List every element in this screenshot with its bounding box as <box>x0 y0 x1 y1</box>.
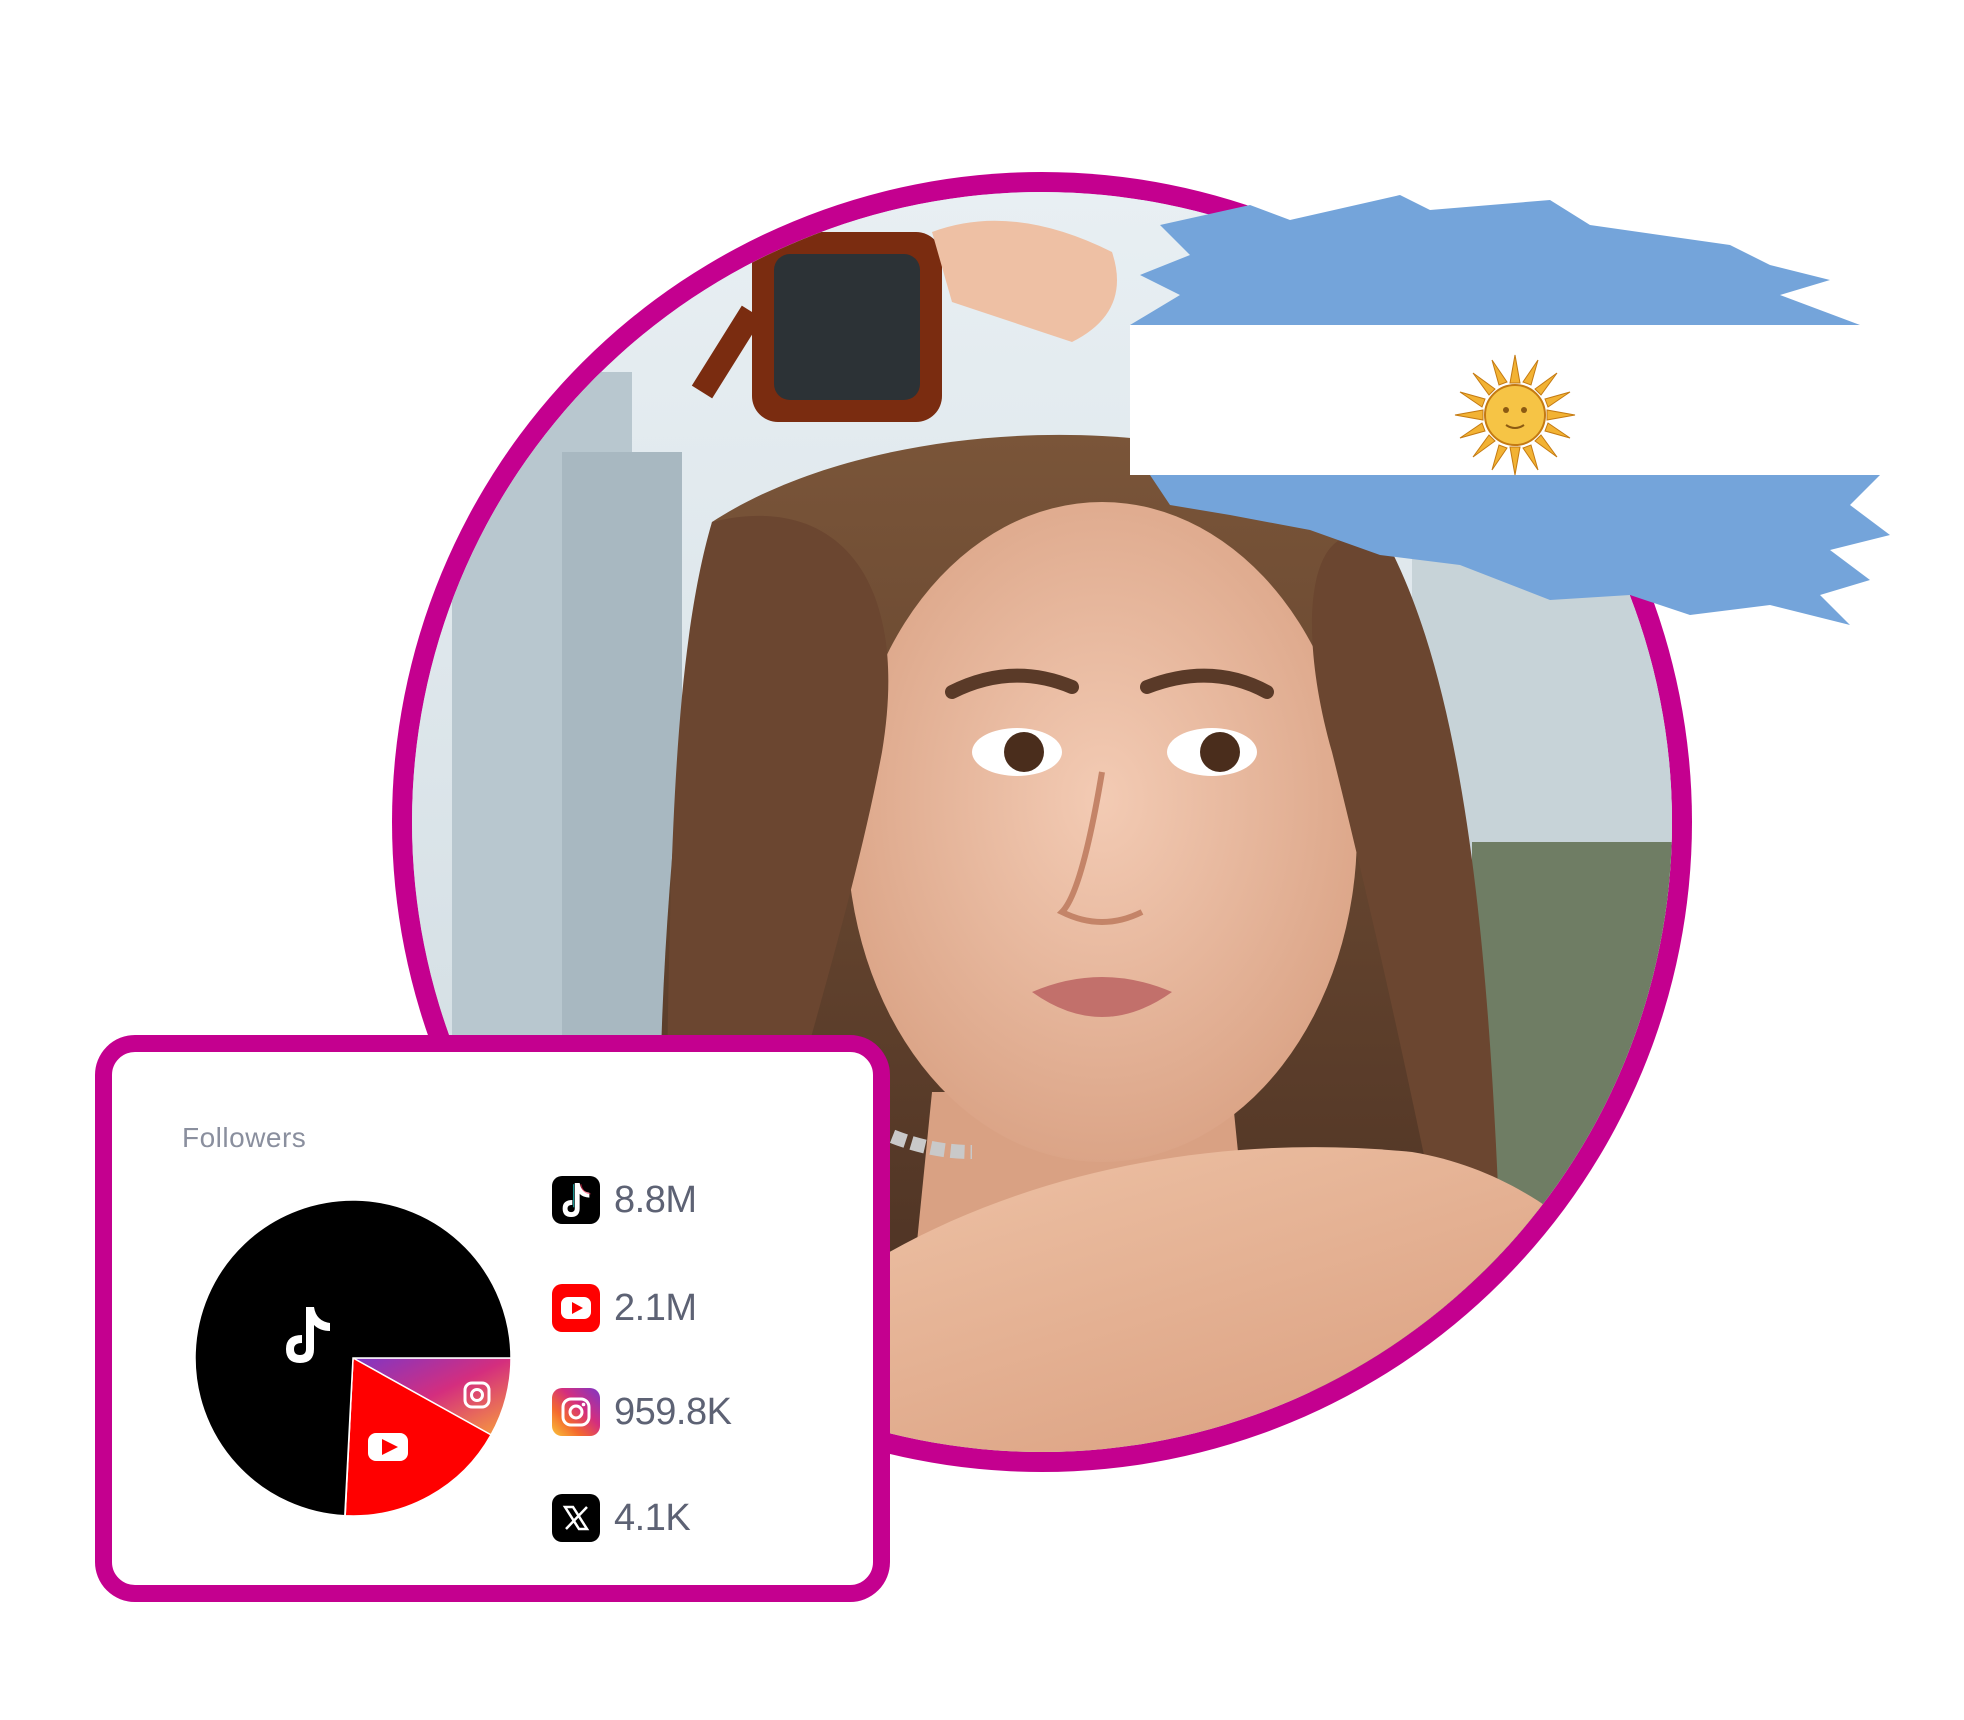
pie-youtube-icon <box>368 1433 408 1461</box>
argentina-flag-icon <box>1130 195 1890 625</box>
followers-card: Followers 8.8M 2.1M 959.8K 4.1K <box>95 1035 890 1602</box>
stat-value-youtube: 2.1M <box>614 1286 697 1329</box>
x-icon <box>552 1494 600 1542</box>
followers-card-title: Followers <box>182 1122 307 1153</box>
sun-of-may-icon <box>1454 354 1576 476</box>
stat-value-instagram: 959.8K <box>614 1390 732 1433</box>
instagram-icon <box>552 1388 600 1436</box>
stat-row-instagram: 959.8K <box>552 1384 732 1440</box>
stat-value-tiktok: 8.8M <box>614 1178 697 1221</box>
followers-pie-chart <box>194 1199 512 1517</box>
stat-row-tiktok: 8.8M <box>552 1172 697 1228</box>
stat-value-x: 4.1K <box>614 1496 691 1539</box>
stat-row-x: 4.1K <box>552 1490 691 1546</box>
stat-row-youtube: 2.1M <box>552 1280 697 1336</box>
tiktok-icon <box>552 1176 600 1224</box>
youtube-icon <box>552 1284 600 1332</box>
influencer-profile-graphic: Followers 8.8M 2.1M 959.8K 4.1K <box>0 0 1964 1720</box>
